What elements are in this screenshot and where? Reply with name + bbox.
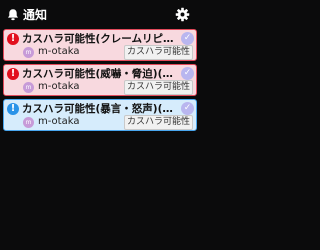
gear-icon[interactable]: [175, 7, 190, 22]
category-tag: カスハラ可能性: [123, 80, 193, 95]
notification-list: ! カスハラ可能性(クレームリピ… ✓ m m-otaka カスハラ可能性 ! …: [3, 29, 197, 134]
bell-icon: [8, 9, 18, 21]
user-name: m-otaka: [38, 81, 80, 92]
check-icon[interactable]: ✓: [181, 67, 194, 80]
check-icon[interactable]: ✓: [181, 102, 194, 115]
check-icon[interactable]: ✓: [181, 32, 194, 45]
alert-icon: !: [7, 68, 19, 80]
notification-title: カスハラ可能性(クレームリピ…: [22, 33, 174, 45]
notification-item[interactable]: ! カスハラ可能性(クレームリピ… ✓ m m-otaka カスハラ可能性: [3, 29, 197, 61]
avatar: m: [23, 47, 34, 58]
avatar: m: [23, 117, 34, 128]
alert-icon: !: [7, 33, 19, 45]
notification-title: カスハラ可能性(威嚇・脅迫)(…: [22, 68, 173, 80]
notification-item[interactable]: ! カスハラ可能性(暴言・怒声)(… ✓ m m-otaka カスハラ可能性: [3, 99, 197, 131]
notification-title: カスハラ可能性(暴言・怒声)(…: [22, 103, 173, 115]
page-title: 通知: [23, 8, 48, 22]
user-name: m-otaka: [38, 116, 80, 127]
notification-window: 通知 ! カスハラ可能性(クレームリピ… ✓ m m-otaka カスハラ可能性: [0, 0, 200, 250]
notification-header: 通知: [0, 0, 200, 30]
notification-item[interactable]: ! カスハラ可能性(威嚇・脅迫)(… ✓ m m-otaka カスハラ可能性: [3, 64, 197, 96]
avatar: m: [23, 82, 34, 93]
info-alert-icon: !: [7, 103, 19, 115]
category-tag: カスハラ可能性: [123, 45, 193, 60]
user-name: m-otaka: [38, 46, 80, 57]
category-tag: カスハラ可能性: [123, 115, 193, 130]
